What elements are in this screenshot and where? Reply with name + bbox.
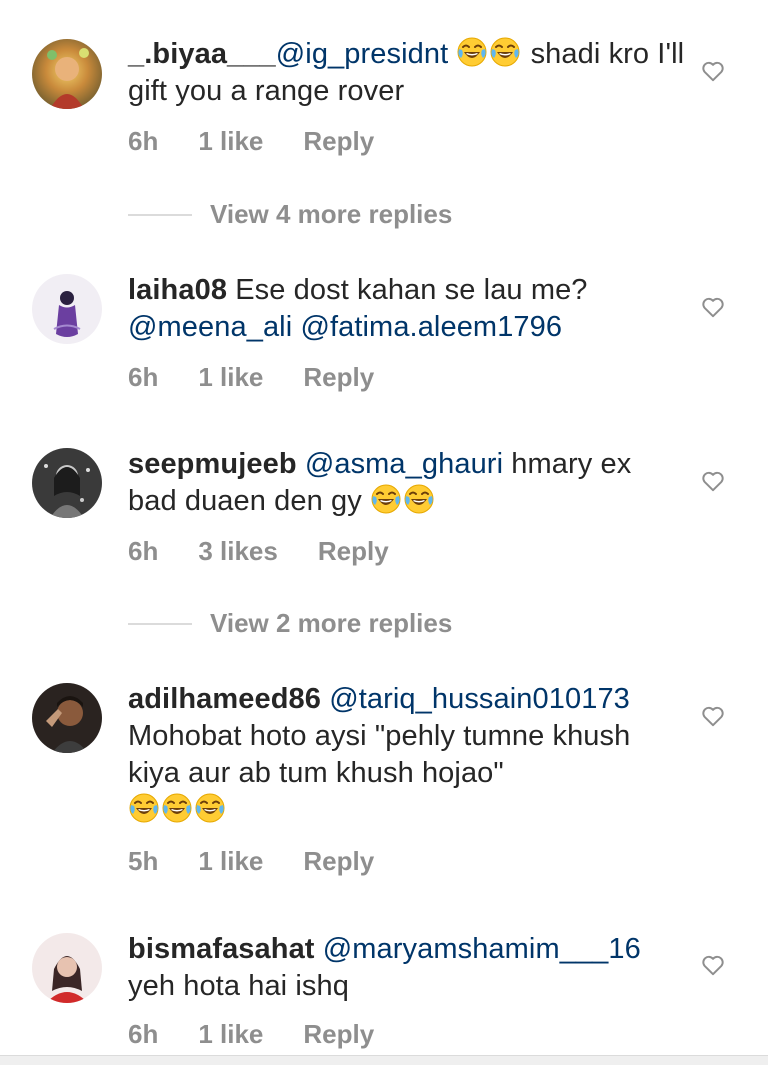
view-more-replies[interactable]: View 4 more replies — [128, 199, 452, 230]
reply-button[interactable]: Reply — [303, 1019, 374, 1050]
face-with-tears-of-joy-icon — [370, 483, 402, 515]
comment-likes[interactable]: 1 like — [198, 126, 263, 157]
comment-mention[interactable]: @ig_presidnt — [276, 38, 449, 70]
comment-body-text: yeh hota hai ishq — [128, 970, 349, 1002]
face-with-tears-of-joy-icon — [456, 36, 488, 68]
comment-body-text: Mohobat hoto aysi "pehly tumne khush kiy… — [128, 720, 631, 789]
view-replies-label[interactable]: View 4 more replies — [210, 199, 452, 230]
comment-likes[interactable]: 1 like — [198, 362, 263, 393]
face-with-tears-of-joy-icon — [128, 792, 160, 824]
comment-username[interactable]: adilhameed86 — [128, 683, 321, 715]
view-replies-label[interactable]: View 2 more replies — [210, 608, 452, 639]
comments-feed: _.biyaa___@ig_presidnt shadi kro I'll gi… — [0, 0, 768, 1065]
avatar[interactable] — [32, 683, 102, 753]
comment-username[interactable]: bismafasahat — [128, 933, 315, 965]
comment-mention[interactable]: @meena_ali — [128, 311, 292, 343]
bottom-bar — [0, 1055, 768, 1065]
face-with-tears-of-joy-icon — [489, 36, 521, 68]
face-with-tears-of-joy-icon — [403, 483, 435, 515]
comment-body-text — [297, 448, 305, 480]
comment-mention[interactable]: @maryamshamim___16 — [323, 933, 641, 965]
reply-button[interactable]: Reply — [318, 536, 389, 567]
comment-mention[interactable]: @fatima.aleem1796 — [300, 311, 562, 343]
comment-username[interactable]: seepmujeeb — [128, 448, 297, 480]
heart-icon[interactable] — [700, 952, 726, 978]
comment-body-text — [315, 933, 323, 965]
comment-likes[interactable]: 1 like — [198, 846, 263, 877]
avatar[interactable] — [32, 39, 102, 109]
heart-icon[interactable] — [700, 468, 726, 494]
comment-mention[interactable]: @tariq_hussain010173 — [329, 683, 630, 715]
comment-body-text — [321, 683, 329, 715]
view-more-replies[interactable]: View 2 more replies — [128, 608, 452, 639]
comment-text: bismafasahat @maryamshamim___16yeh hota … — [128, 931, 688, 1005]
avatar[interactable] — [32, 448, 102, 518]
comment-text: seepmujeeb @asma_ghauri hmary ex bad dua… — [128, 446, 688, 520]
replies-divider — [128, 213, 192, 216]
heart-icon[interactable] — [700, 703, 726, 729]
avatar[interactable] — [32, 933, 102, 1003]
comment-timestamp: 6h — [128, 126, 159, 156]
comment-text: adilhameed86 @tariq_hussain010173 Mohobat… — [128, 681, 688, 829]
heart-icon[interactable] — [700, 294, 726, 320]
comment-text: _.biyaa___@ig_presidnt shadi kro I'll gi… — [128, 36, 688, 110]
comment-timestamp: 6h — [128, 536, 159, 566]
comment-body-text — [448, 38, 456, 70]
face-with-tears-of-joy-icon — [194, 792, 226, 824]
comment-username[interactable]: _.biyaa___ — [128, 38, 276, 70]
comment-timestamp: 6h — [128, 1019, 159, 1049]
reply-button[interactable]: Reply — [303, 846, 374, 877]
comment-timestamp: 5h — [128, 846, 159, 876]
comment-mention[interactable]: @asma_ghauri — [305, 448, 503, 480]
comment-body-text: Ese dost kahan se lau me? — [227, 274, 588, 306]
reply-button[interactable]: Reply — [303, 362, 374, 393]
reply-button[interactable]: Reply — [303, 126, 374, 157]
heart-icon[interactable] — [700, 58, 726, 84]
comment-timestamp: 6h — [128, 362, 159, 392]
comment-username[interactable]: laiha08 — [128, 274, 227, 306]
face-with-tears-of-joy-icon — [161, 792, 193, 824]
comment-likes[interactable]: 1 like — [198, 1019, 263, 1050]
comment-likes[interactable]: 3 likes — [198, 536, 278, 567]
comment-text: laiha08 Ese dost kahan se lau me? @meena_… — [128, 272, 688, 346]
avatar[interactable] — [32, 274, 102, 344]
replies-divider — [128, 622, 192, 625]
